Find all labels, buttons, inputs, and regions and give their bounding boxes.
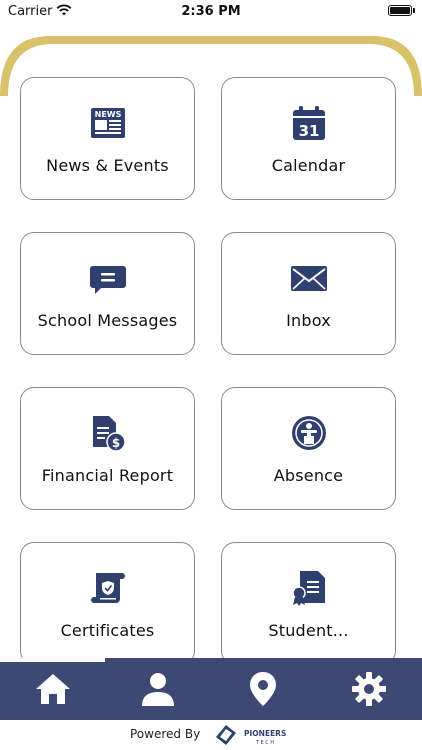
battery-icon: [388, 5, 412, 16]
svg-text:31: 31: [298, 122, 319, 140]
active-tab-indicator: [0, 658, 105, 662]
pioneers-tech-logo: PIONEERS TECH: [216, 725, 286, 746]
tile-label: Absence: [273, 466, 344, 485]
location-icon[interactable]: [244, 670, 282, 708]
tile-label: Financial Report: [41, 466, 174, 485]
bottom-tab-bar: [0, 658, 422, 720]
tile-inbox[interactable]: Inbox: [221, 232, 396, 355]
powered-by-label: Powered By: [130, 727, 201, 741]
svg-text:$: $: [111, 436, 119, 450]
tile-label: Inbox: [286, 311, 331, 330]
tile-financial-report[interactable]: $ Financial Report: [20, 387, 195, 510]
svg-text:NEWS: NEWS: [94, 110, 121, 119]
tile-label: Certificates: [60, 621, 155, 640]
svg-text:TECH: TECH: [255, 740, 275, 746]
tile-student[interactable]: Student...: [221, 542, 396, 665]
message-icon: [89, 266, 126, 294]
tile-school-messages[interactable]: School Messages: [20, 232, 195, 355]
user-icon[interactable]: [139, 670, 177, 708]
tile-calendar[interactable]: 31 Calendar: [221, 77, 396, 200]
battery-tip: [413, 8, 415, 13]
tile-label: Calendar: [271, 156, 346, 175]
calendar-icon: 31: [292, 106, 325, 140]
settings-icon[interactable]: [350, 670, 388, 708]
tile-news-events[interactable]: NEWS News & Events: [20, 77, 195, 200]
certificate-icon: [90, 573, 125, 603]
tile-label: School Messages: [37, 311, 178, 330]
tile-certificates[interactable]: Certificates: [20, 542, 195, 665]
student-document-icon: [291, 571, 325, 606]
news-icon: NEWS: [90, 108, 125, 138]
tile-absence[interactable]: Absence: [221, 387, 396, 510]
footer: Powered By PIONEERS TECH: [0, 720, 422, 750]
absence-icon: [291, 416, 326, 450]
status-bar: Carrier 2:36 PM: [0, 0, 422, 24]
home-icon[interactable]: [34, 670, 72, 708]
tile-label: News & Events: [46, 156, 169, 175]
status-time: 2:36 PM: [181, 4, 241, 19]
svg-text:PIONEERS: PIONEERS: [244, 729, 286, 738]
financial-report-icon: $: [92, 416, 126, 452]
envelope-icon: [290, 266, 327, 291]
tile-label: Student...: [268, 621, 349, 640]
